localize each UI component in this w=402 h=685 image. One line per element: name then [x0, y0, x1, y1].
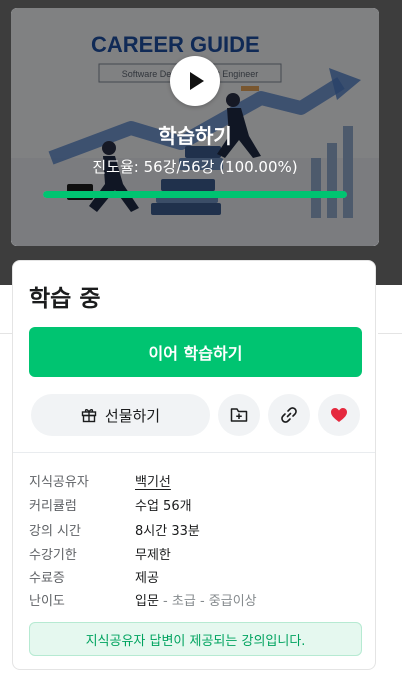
- info-value: 수업 56개: [135, 499, 192, 514]
- play-button[interactable]: [170, 56, 220, 106]
- learn-title: 학습하기: [158, 124, 232, 148]
- difficulty-level: 중급이상: [208, 594, 257, 609]
- progress-text: 진도율: 56강/56강 (100.00%): [92, 158, 298, 176]
- gift-button[interactable]: 선물하기: [31, 394, 210, 436]
- gift-icon: [81, 409, 97, 423]
- difficulty-levels: 입문 - 초급 - 중급이상: [135, 590, 257, 609]
- info-row-access-period: 수강기한 무제한: [29, 544, 359, 564]
- info-value: 제공: [135, 571, 159, 586]
- difficulty-level: 초급: [171, 594, 196, 609]
- card-divider: [13, 452, 375, 453]
- page-divider-left: [0, 333, 12, 334]
- qa-notice: 지식공유자 답변이 제공되는 강의입니다.: [29, 622, 362, 656]
- continue-learning-button[interactable]: 이어 학습하기: [29, 327, 362, 377]
- info-label: 지식공유자: [29, 475, 89, 490]
- difficulty-separator: -: [158, 594, 172, 609]
- progress-bar-fill: [43, 191, 347, 198]
- instructor-link[interactable]: 백기선: [135, 471, 171, 490]
- course-thumbnail[interactable]: CAREER GUIDE Software Developer/Test Eng…: [11, 8, 379, 246]
- difficulty-separator: -: [195, 594, 209, 609]
- add-folder-button[interactable]: [218, 394, 260, 436]
- wishlist-button[interactable]: [318, 394, 360, 436]
- info-row-difficulty: 난이도 입문 - 초급 - 중급이상: [29, 590, 359, 610]
- progress-bar: [43, 191, 347, 198]
- add-folder-icon: [230, 408, 248, 422]
- info-label: 강의 시간: [29, 524, 81, 539]
- info-label: 수강기한: [29, 548, 77, 563]
- heart-icon: [331, 408, 347, 422]
- status-title: 학습 중: [29, 286, 101, 312]
- share-link-button[interactable]: [268, 394, 310, 436]
- link-icon: [281, 407, 297, 423]
- info-value: 무제한: [135, 548, 171, 563]
- play-icon: [190, 72, 204, 90]
- info-row-instructor: 지식공유자 백기선: [29, 471, 359, 491]
- info-row-curriculum: 커리큘럼 수업 56개: [29, 495, 359, 515]
- gift-button-label: 선물하기: [104, 406, 161, 425]
- info-label: 수료증: [29, 571, 65, 586]
- info-row-certificate: 수료증 제공: [29, 567, 359, 587]
- info-label: 난이도: [29, 594, 65, 609]
- info-label: 커리큘럼: [29, 499, 77, 514]
- page-divider-right: [378, 333, 402, 334]
- difficulty-level-current: 입문: [135, 594, 159, 609]
- info-value: 8시간 33분: [135, 524, 200, 539]
- info-row-duration: 강의 시간 8시간 33분: [29, 520, 359, 540]
- course-side-card: 학습 중 이어 학습하기 선물하기 지식공유자 백기선 커리큘럼 수업 56개 …: [12, 260, 376, 670]
